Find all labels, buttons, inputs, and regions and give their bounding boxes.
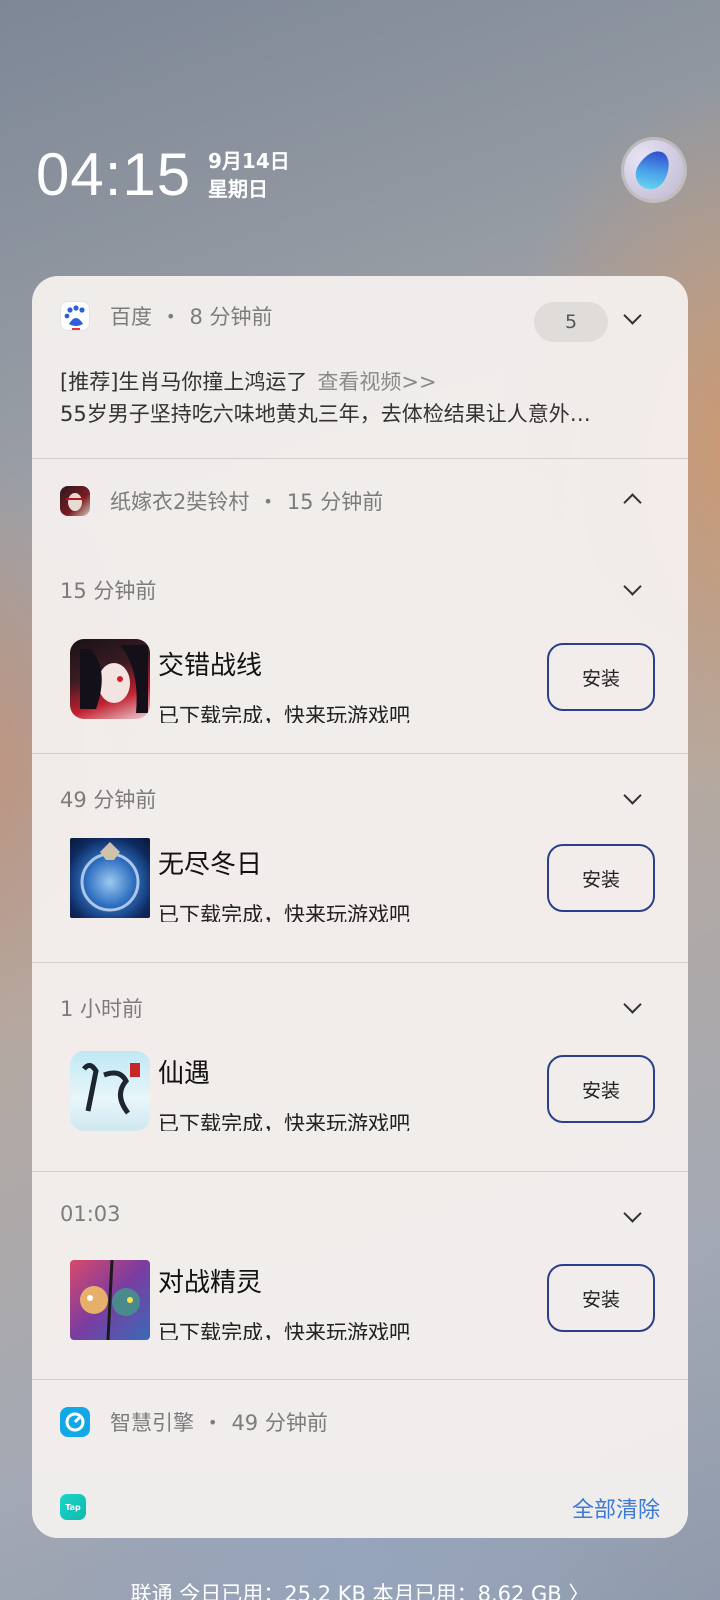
baidu-app-icon — [60, 301, 90, 331]
game-group-app-row: 纸嫁衣2奘铃村 • 15 分钟前 — [60, 483, 383, 519]
notification-baidu[interactable]: 百度 • 8 分钟前 5 [推荐]生肖马你撞上鸿运了 查看视频>> 55岁男子坚持… — [32, 276, 688, 458]
game-description: 已下载完成，快来玩游戏吧 — [158, 704, 410, 723]
baidu-body-text: 55岁男子坚持吃六味地黄丸三年，去体检结果让人意外… — [60, 402, 591, 426]
taptap-app-icon: Tap — [60, 1494, 86, 1520]
smart-engine-app-name: 智慧引擎 — [110, 1411, 194, 1435]
date-text: 9月14日 — [208, 149, 290, 173]
smart-engine-header: 智慧引擎 • 49 分钟前 — [60, 1404, 328, 1440]
game-notification-item[interactable]: 49 分钟前 无尽冬日 已下载完成，快来玩游戏吧 安装 — [32, 754, 688, 962]
game-notification-item[interactable]: 15 分钟前 交错战线 已下载完成，快来玩游戏吧 安装 — [32, 535, 688, 753]
install-button[interactable]: 安装 — [547, 1264, 655, 1332]
lockscreen-clock: 04:15 — [36, 141, 192, 208]
item-time: 15 分钟前 — [60, 579, 157, 603]
game-notification-item[interactable]: 1 小时前 仙遇 已下载完成，快来玩游戏吧 安装 — [32, 963, 688, 1171]
game-title: 无尽冬日 — [158, 850, 263, 880]
baidu-app-name: 百度 — [110, 305, 152, 329]
item-expand-chevron-icon[interactable] — [618, 575, 646, 603]
baidu-time: 8 分钟前 — [189, 305, 273, 329]
game-group-app-name: 纸嫁衣2奘铃村 — [110, 490, 250, 514]
baidu-view-video-link[interactable]: 查看视频>> — [317, 370, 436, 394]
smart-engine-app-icon — [60, 1407, 90, 1437]
install-button[interactable]: 安装 — [547, 643, 655, 711]
game-description: 已下载完成，快来玩游戏吧 — [158, 1321, 410, 1340]
game-title: 交错战线 — [158, 651, 263, 681]
game-icon-xianyu — [70, 1051, 150, 1131]
game-icon-duizhan — [70, 1260, 150, 1340]
baidu-count-badge[interactable]: 5 — [534, 302, 608, 342]
game-title: 对战精灵 — [158, 1268, 263, 1298]
game-notification-item[interactable]: 01:03 对战精灵 已下载完成，快来玩游戏吧 安装 — [32, 1172, 688, 1379]
baidu-headline: [推荐]生肖马你撞上鸿运了 查看视频>> — [60, 370, 437, 394]
paper-bride-app-icon — [60, 486, 90, 516]
notification-group-header[interactable]: 纸嫁衣2奘铃村 • 15 分钟前 — [32, 459, 688, 535]
date-block: 9月14日 星期日 — [208, 147, 290, 203]
smart-engine-time: 49 分钟前 — [231, 1411, 328, 1435]
notification-panel: 百度 • 8 分钟前 5 [推荐]生肖马你撞上鸿运了 查看视频>> 55岁男子坚持… — [32, 276, 688, 1538]
item-time: 01:03 — [60, 1202, 121, 1226]
data-usage-text[interactable]: 联通 今日已用：25.2 KB 本月已用：8.62 GB 〉 — [0, 1578, 720, 1600]
game-title: 仙遇 — [158, 1059, 211, 1089]
game-group-time: 15 分钟前 — [286, 490, 384, 514]
game-description: 已下载完成，快来玩游戏吧 — [158, 1112, 410, 1131]
panel-footer: Tap 全部清除 — [32, 1474, 688, 1538]
item-expand-chevron-icon[interactable] — [618, 1202, 646, 1230]
item-time: 49 分钟前 — [60, 788, 157, 812]
baidu-header: 百度 • 8 分钟前 — [60, 298, 272, 334]
game-description: 已下载完成，快来玩游戏吧 — [158, 903, 410, 922]
game-icon-wujin — [70, 838, 150, 918]
weekday-text: 星期日 — [208, 177, 268, 201]
voice-assistant-icon[interactable] — [624, 140, 684, 200]
install-button[interactable]: 安装 — [547, 844, 655, 912]
game-icon-jiaocuo — [70, 639, 150, 719]
clear-all-button[interactable]: 全部清除 — [572, 1492, 660, 1524]
install-button[interactable]: 安装 — [547, 1055, 655, 1123]
notification-smart-engine[interactable]: 智慧引擎 • 49 分钟前 — [32, 1380, 688, 1474]
game-group-collapse-chevron-icon[interactable] — [618, 485, 646, 513]
item-expand-chevron-icon[interactable] — [618, 784, 646, 812]
item-time: 1 小时前 — [60, 997, 144, 1021]
item-expand-chevron-icon[interactable] — [618, 993, 646, 1021]
baidu-expand-chevron-icon[interactable] — [618, 304, 646, 332]
